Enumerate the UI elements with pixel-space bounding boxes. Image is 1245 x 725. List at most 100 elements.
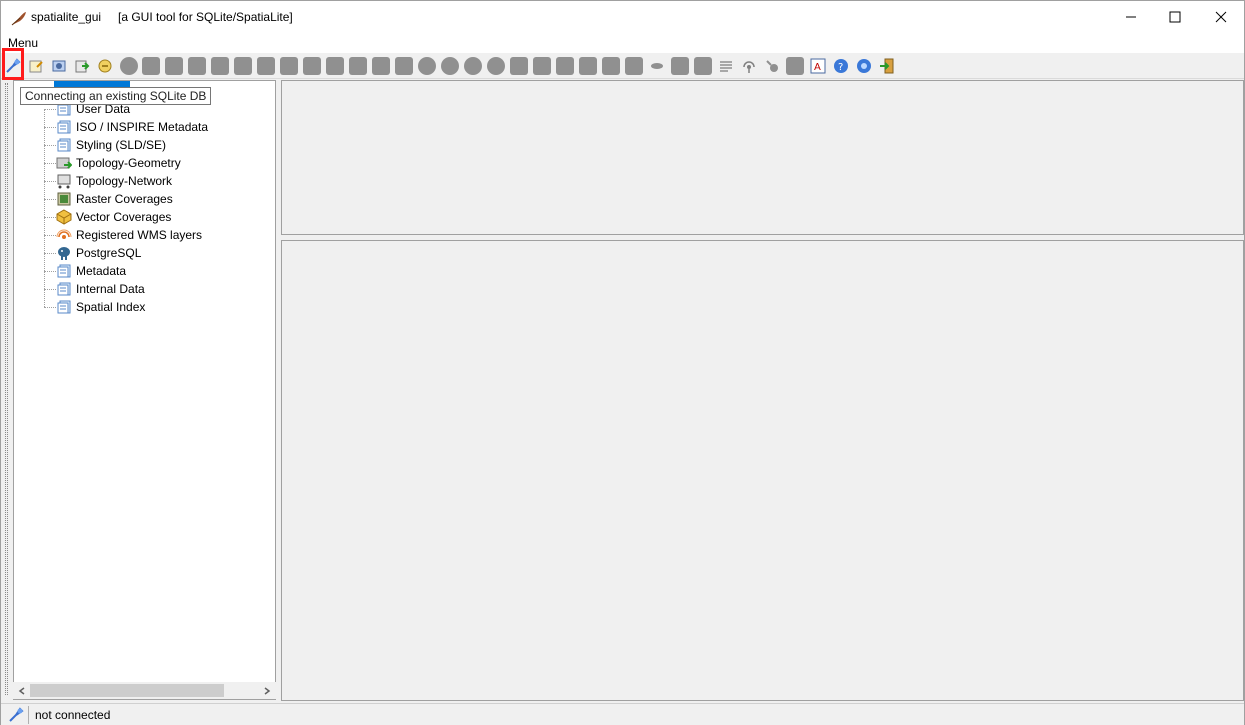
tree-item-topology-network[interactable]: Topology-Network bbox=[44, 172, 172, 190]
font-icon: A bbox=[810, 58, 826, 74]
chevron-left-icon bbox=[18, 686, 25, 695]
left-splitter-grip[interactable] bbox=[5, 83, 8, 695]
tree-item-postgresql[interactable]: PostgreSQL bbox=[44, 244, 141, 262]
tree-item-internal-data[interactable]: Internal Data bbox=[44, 280, 145, 298]
minimize-icon bbox=[1126, 16, 1136, 18]
svg-text:A: A bbox=[814, 62, 821, 73]
tree-item-label: Topology-Network bbox=[76, 174, 173, 188]
tree-item-metadata[interactable]: Metadata bbox=[44, 262, 126, 280]
save-arrow-icon bbox=[75, 60, 90, 73]
disabled-gear-icon bbox=[766, 60, 778, 72]
topology-icon bbox=[56, 155, 72, 171]
tree-connector bbox=[44, 108, 56, 110]
chevron-right-icon bbox=[264, 686, 271, 695]
toolbar-button-35[interactable] bbox=[786, 57, 804, 75]
scroll-thumb[interactable] bbox=[30, 684, 224, 697]
save-db-button[interactable] bbox=[73, 57, 91, 75]
tree-item-label: Internal Data bbox=[76, 282, 145, 296]
tree-connector bbox=[44, 252, 56, 254]
toolbar-button-11[interactable] bbox=[234, 57, 252, 75]
disconnected-plug-icon bbox=[9, 707, 24, 722]
toolbar-button-24[interactable] bbox=[533, 57, 551, 75]
connect-plug-icon bbox=[6, 58, 21, 73]
exit-button[interactable] bbox=[878, 57, 896, 75]
scroll-right-button[interactable] bbox=[260, 683, 274, 698]
close-icon bbox=[1215, 11, 1227, 23]
disabled-text-lines-icon bbox=[720, 61, 732, 72]
maximize-button[interactable] bbox=[1152, 1, 1198, 33]
toolbar-button-29[interactable] bbox=[648, 57, 666, 75]
toolbar-button-34[interactable] bbox=[763, 57, 781, 75]
minimize-button[interactable] bbox=[1108, 1, 1154, 33]
toolbar-button-32[interactable] bbox=[717, 57, 735, 75]
toolbar-button-7[interactable] bbox=[142, 57, 160, 75]
toolbar-button-27[interactable] bbox=[602, 57, 620, 75]
scroll-left-button[interactable] bbox=[15, 683, 29, 698]
new-db-icon bbox=[29, 60, 43, 73]
tree-item-raster-coverages[interactable]: Raster Coverages bbox=[44, 190, 173, 208]
menu-bar: Menu bbox=[1, 34, 1244, 53]
maximize-icon bbox=[1169, 11, 1181, 23]
tree-item-label: PostgreSQL bbox=[76, 246, 142, 260]
connect-db-button[interactable] bbox=[4, 57, 22, 75]
tree-connector bbox=[44, 162, 56, 164]
toolbar-button-30[interactable] bbox=[671, 57, 689, 75]
toolbar-button-16[interactable] bbox=[349, 57, 367, 75]
window-subtitle: [a GUI tool for SQLite/SpatiaLite] bbox=[118, 10, 293, 24]
db-tree-panel[interactable]: User Data ISO / INSPIRE Metadata Styling… bbox=[13, 80, 276, 700]
toolbar-button-13[interactable] bbox=[280, 57, 298, 75]
create-db-button[interactable] bbox=[27, 57, 45, 75]
tree-connector bbox=[44, 216, 56, 218]
sql-query-panel[interactable] bbox=[281, 80, 1244, 235]
tree-connector bbox=[44, 198, 56, 200]
about-button[interactable] bbox=[855, 57, 873, 75]
tree-item-wms-layers[interactable]: Registered WMS layers bbox=[44, 226, 202, 244]
toolbar-button-23[interactable] bbox=[510, 57, 528, 75]
toolbar-button-17[interactable] bbox=[372, 57, 390, 75]
vacuum-button[interactable] bbox=[96, 57, 114, 75]
tree-item-spatial-index[interactable]: Spatial Index bbox=[44, 298, 145, 316]
tree-connector bbox=[44, 288, 56, 290]
toolbar-button-18[interactable] bbox=[395, 57, 413, 75]
raster-icon bbox=[56, 191, 72, 207]
table-icon bbox=[56, 137, 72, 153]
tree-item-vector-coverages[interactable]: Vector Coverages bbox=[44, 208, 171, 226]
toolbar-button-19[interactable] bbox=[418, 57, 436, 75]
menu-item-menu[interactable]: Menu bbox=[8, 36, 38, 50]
toolbar-button-21[interactable] bbox=[464, 57, 482, 75]
toolbar-button-33[interactable] bbox=[740, 57, 758, 75]
toolbar-button-14[interactable] bbox=[303, 57, 321, 75]
toolbar-button-36[interactable]: A bbox=[809, 57, 827, 75]
toolbar-button-26[interactable] bbox=[579, 57, 597, 75]
toolbar-button-28[interactable] bbox=[625, 57, 643, 75]
wms-icon bbox=[56, 227, 72, 243]
toolbar-button-9[interactable] bbox=[188, 57, 206, 75]
toolbar-button-12[interactable] bbox=[257, 57, 275, 75]
tree-item-label: Metadata bbox=[76, 264, 127, 278]
toolbar-button-6[interactable] bbox=[120, 57, 138, 75]
tree-connector bbox=[44, 270, 56, 272]
toolbar-button-22[interactable] bbox=[487, 57, 505, 75]
open-memory-db-button[interactable] bbox=[50, 57, 68, 75]
toolbar-button-8[interactable] bbox=[165, 57, 183, 75]
close-button[interactable] bbox=[1198, 1, 1244, 33]
tree-item-topology-geometry[interactable]: Topology-Geometry bbox=[44, 154, 181, 172]
tree-item-iso-inspire[interactable]: ISO / INSPIRE Metadata bbox=[44, 118, 208, 136]
toolbar: A ? bbox=[1, 53, 1244, 79]
tree-horizontal-scrollbar[interactable] bbox=[13, 682, 276, 699]
wms-signal-icon bbox=[743, 61, 755, 73]
toolbar-button-31[interactable] bbox=[694, 57, 712, 75]
postgres-elephant-icon bbox=[56, 245, 72, 261]
tree-item-label: Spatial Index bbox=[76, 300, 146, 314]
toolbar-button-15[interactable] bbox=[326, 57, 344, 75]
network-icon bbox=[56, 173, 72, 189]
memory-db-icon bbox=[52, 60, 66, 72]
toolbar-button-20[interactable] bbox=[441, 57, 459, 75]
toolbar-button-25[interactable] bbox=[556, 57, 574, 75]
app-feather-icon bbox=[11, 12, 26, 26]
help-button[interactable]: ? bbox=[832, 57, 850, 75]
table-icon bbox=[56, 119, 72, 135]
tree-item-styling[interactable]: Styling (SLD/SE) bbox=[44, 136, 166, 154]
result-grid-panel[interactable] bbox=[281, 240, 1244, 701]
toolbar-button-10[interactable] bbox=[211, 57, 229, 75]
